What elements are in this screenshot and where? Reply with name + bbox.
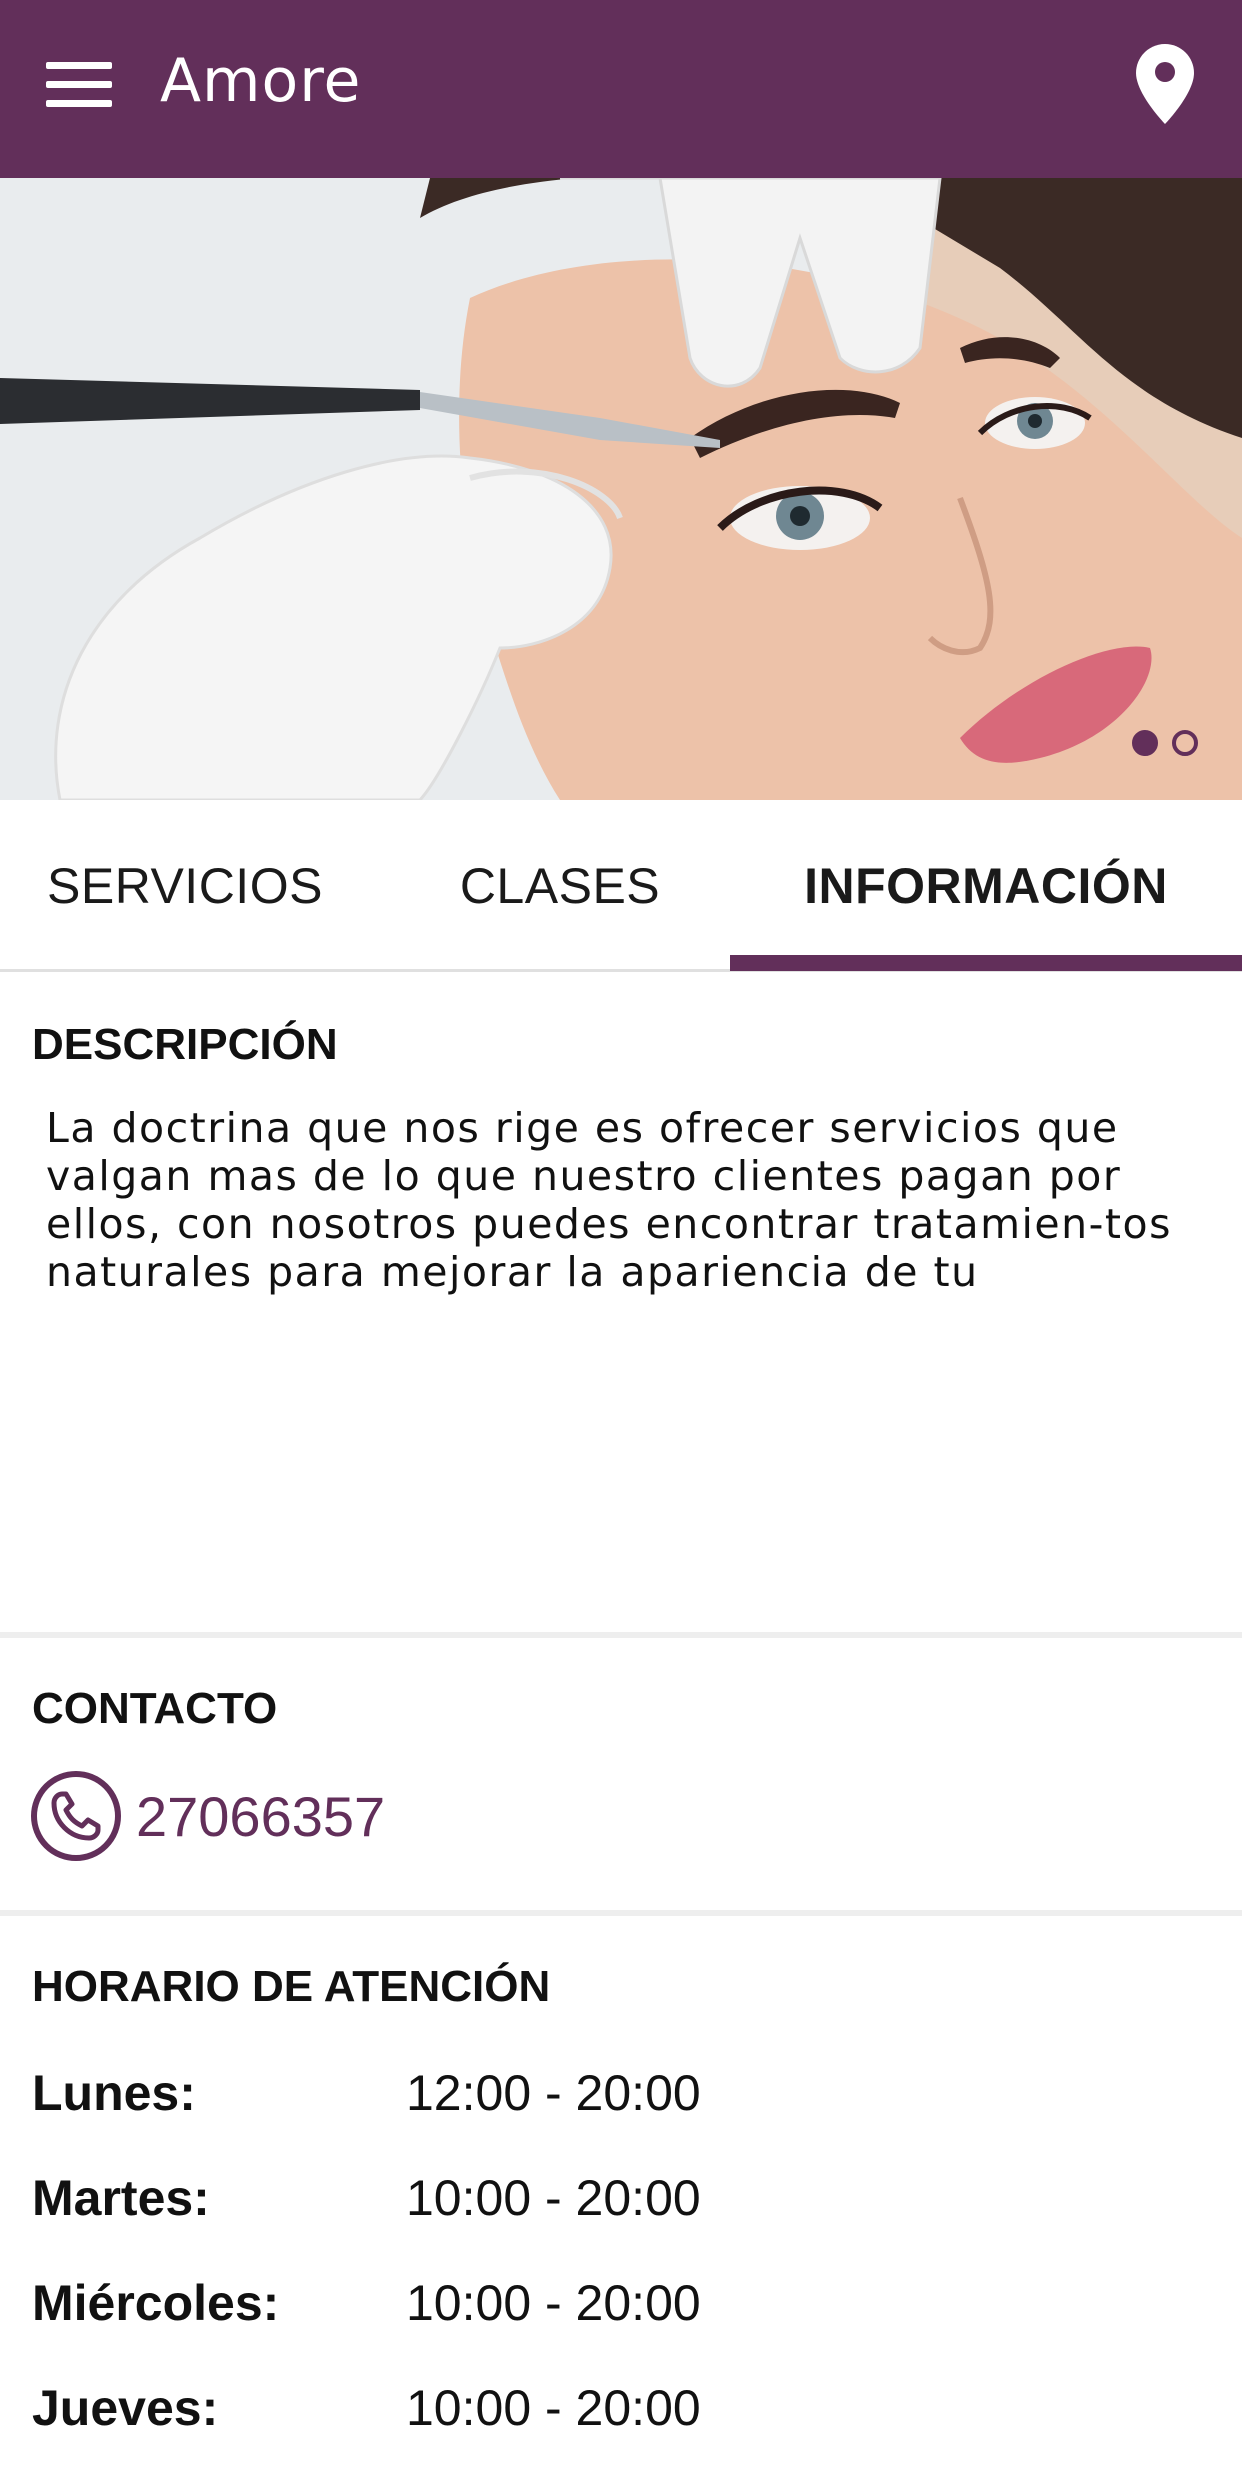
hours-time-miercoles: 10:00 - 20:00 <box>406 2275 701 2331</box>
carousel-dot[interactable] <box>1172 730 1198 756</box>
app-title: Amore <box>160 46 362 116</box>
hours-time-martes: 10:00 - 20:00 <box>406 2170 701 2226</box>
tab-servicios[interactable]: SERVICIOS <box>0 800 370 972</box>
phone-icon <box>31 1771 121 1861</box>
active-tab-indicator <box>730 955 1242 971</box>
hero-carousel[interactable] <box>0 178 1242 800</box>
hours-time-jueves: 10:00 - 20:00 <box>406 2380 701 2436</box>
hours-title: HORARIO DE ATENCIÓN <box>32 1962 551 2011</box>
description-text: La doctrina que nos rige es ofrecer serv… <box>46 1104 1172 1296</box>
section-divider <box>0 1632 1242 1638</box>
map-pin-icon[interactable] <box>1136 44 1194 124</box>
tab-informacion[interactable]: INFORMACIÓN <box>730 800 1242 972</box>
carousel-dot-active[interactable] <box>1132 730 1158 756</box>
hamburger-menu-icon[interactable] <box>46 62 112 108</box>
section-divider <box>0 1910 1242 1916</box>
carousel-indicator <box>1132 730 1198 756</box>
description-title: DESCRIPCIÓN <box>32 1020 338 1069</box>
tab-bar: SERVICIOS CLASES INFORMACIÓN <box>0 800 1242 972</box>
phone-number: 27066357 <box>136 1784 386 1848</box>
app-bar: Amore <box>0 0 1242 178</box>
tab-clases[interactable]: CLASES <box>375 800 745 972</box>
hours-day-lunes: Lunes: <box>32 2065 196 2121</box>
hours-day-martes: Martes: <box>32 2170 210 2226</box>
hero-image <box>0 178 1242 800</box>
contact-title: CONTACTO <box>32 1684 278 1733</box>
hours-day-miercoles: Miércoles: <box>32 2275 280 2331</box>
hours-day-jueves: Jueves: <box>32 2380 219 2436</box>
hours-time-lunes: 12:00 - 20:00 <box>406 2065 701 2121</box>
phone-contact[interactable]: 27066357 <box>30 1770 385 1862</box>
